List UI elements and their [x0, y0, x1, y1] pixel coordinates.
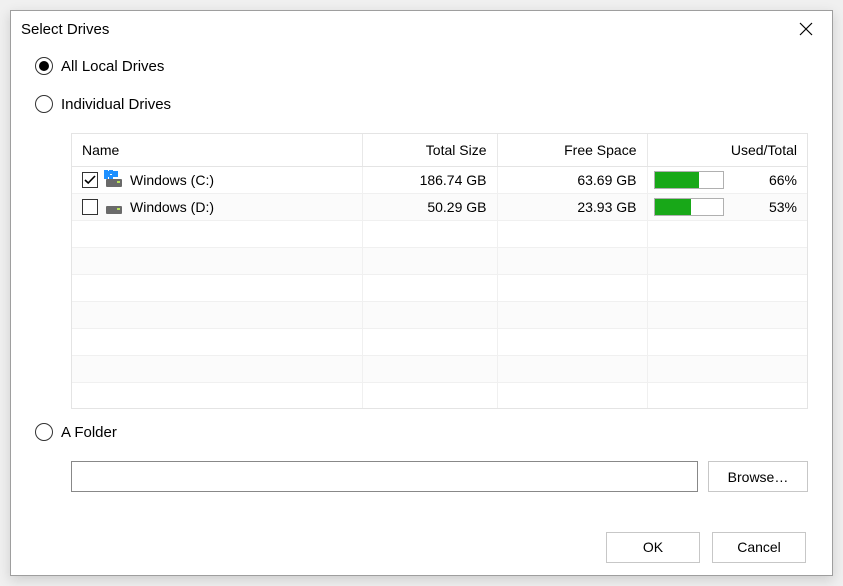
- option-label: A Folder: [61, 424, 117, 441]
- cell-free-space: 23.93 GB: [497, 193, 647, 220]
- cell-used-total: 53%: [647, 193, 807, 220]
- cell-free-space: 63.69 GB: [497, 166, 647, 193]
- radio-icon: [35, 95, 53, 113]
- table-row: [72, 382, 807, 409]
- cell-total-size: 50.29 GB: [362, 193, 497, 220]
- checkmark-icon: [84, 175, 96, 185]
- usage-bar: [654, 171, 724, 189]
- table-row: [72, 247, 807, 274]
- drive-icon: [104, 200, 124, 214]
- drive-checkbox[interactable]: [82, 199, 98, 215]
- button-label: OK: [643, 539, 663, 555]
- cell-name: Windows (C:): [72, 166, 362, 193]
- usage-percent: 66%: [732, 172, 798, 188]
- table-row: [72, 328, 807, 355]
- drive-checkbox[interactable]: [82, 172, 98, 188]
- drive-label: Windows (D:): [130, 199, 214, 215]
- column-header-total-size[interactable]: Total Size: [362, 134, 497, 166]
- cell-total-size: 186.74 GB: [362, 166, 497, 193]
- close-icon: [799, 22, 813, 36]
- close-button[interactable]: [792, 15, 820, 43]
- button-label: Cancel: [737, 539, 781, 555]
- cell-name: Windows (D:): [72, 193, 362, 220]
- folder-path-input[interactable]: [71, 461, 698, 492]
- table-row: [72, 220, 807, 247]
- drive-label: Windows (C:): [130, 172, 214, 188]
- browse-button[interactable]: Browse…: [708, 461, 808, 492]
- option-label: All Local Drives: [61, 58, 164, 75]
- option-label: Individual Drives: [61, 96, 171, 113]
- radio-icon: [35, 57, 53, 75]
- column-header-free-space[interactable]: Free Space: [497, 134, 647, 166]
- radio-icon: [35, 423, 53, 441]
- table-row[interactable]: Windows (D:) 50.29 GB23.93 GB 53%: [72, 193, 807, 220]
- dialog-title: Select Drives: [21, 21, 109, 38]
- table-row[interactable]: Windows (C:) 186.74 GB63.69 GB 66%: [72, 166, 807, 193]
- option-a-folder[interactable]: A Folder: [35, 423, 808, 441]
- select-drives-dialog: Select Drives All Local Drives Individua…: [10, 10, 833, 576]
- dialog-content: All Local Drives Individual Drives Name …: [11, 47, 832, 519]
- dialog-footer: OK Cancel: [11, 519, 832, 575]
- folder-section: Browse…: [71, 461, 808, 492]
- cancel-button[interactable]: Cancel: [712, 532, 806, 563]
- column-header-name[interactable]: Name: [72, 134, 362, 166]
- table-row: [72, 274, 807, 301]
- drives-table: Name Total Size Free Space Used/Total Wi…: [71, 133, 808, 409]
- option-individual-drives[interactable]: Individual Drives: [35, 95, 808, 113]
- option-all-local-drives[interactable]: All Local Drives: [35, 57, 808, 75]
- ok-button[interactable]: OK: [606, 532, 700, 563]
- usage-percent: 53%: [732, 199, 798, 215]
- os-drive-icon: [104, 173, 124, 187]
- table-row: [72, 301, 807, 328]
- titlebar: Select Drives: [11, 11, 832, 47]
- column-header-used-total[interactable]: Used/Total: [647, 134, 807, 166]
- button-label: Browse…: [728, 469, 789, 485]
- table-header-row: Name Total Size Free Space Used/Total: [72, 134, 807, 166]
- cell-used-total: 66%: [647, 166, 807, 193]
- usage-bar: [654, 198, 724, 216]
- table-row: [72, 355, 807, 382]
